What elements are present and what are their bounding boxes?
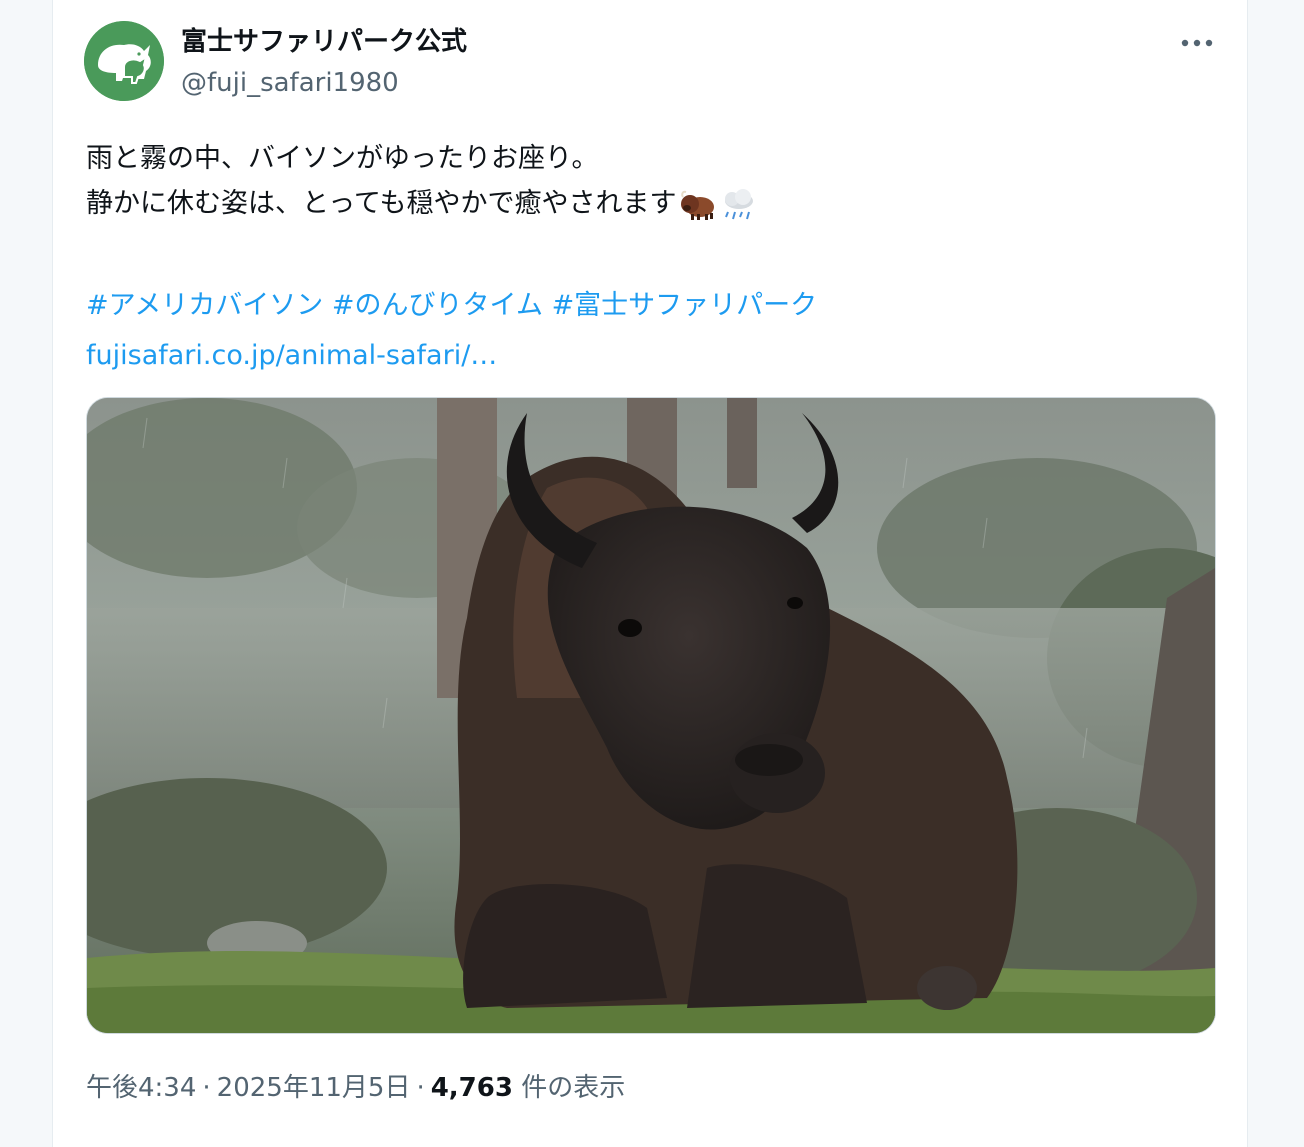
page: 富士サファリパーク公式 @fuji_safari1980 雨と霧の中、バイソンが… — [0, 0, 1304, 1147]
post-date[interactable]: 2025年11月5日 — [217, 1073, 411, 1103]
views-count: 4,763 — [430, 1073, 513, 1103]
post-text: 雨と霧の中、バイソンがゆったりお座り。 静かに休む姿は、とっても穏やかで癒やされ… — [86, 136, 1206, 380]
post-meta: 午後4:34 · 2025年11月5日 · 4,763 件の表示 — [86, 1071, 625, 1105]
meta-separator: · — [202, 1073, 211, 1103]
post-card: 富士サファリパーク公式 @fuji_safari1980 雨と霧の中、バイソンが… — [52, 0, 1248, 1147]
meta-separator: · — [416, 1073, 425, 1103]
bison-photo-image — [87, 398, 1215, 1033]
bison-emoji-icon — [680, 190, 714, 220]
post-link[interactable]: fujisafari.co.jp/animal-safari/… — [86, 332, 1206, 380]
post-photo[interactable] — [86, 397, 1216, 1034]
post-time[interactable]: 午後4:34 — [86, 1073, 196, 1103]
post-text-line-1: 雨と霧の中、バイソンがゆったりお座り。 — [86, 143, 599, 174]
views-label: 件の表示 — [521, 1073, 626, 1103]
hashtag-american-bison[interactable]: #アメリカバイソン — [86, 290, 323, 321]
user-handle[interactable]: @fuji_safari1980 — [181, 67, 399, 99]
hashtag-fuji-safari-park[interactable]: #富士サファリパーク — [552, 290, 818, 321]
hashtags-line: #アメリカバイソン #のんびりタイム #富士サファリパーク — [86, 279, 1206, 332]
post-text-line-2-wrap: 静かに休む姿は、とっても穏やかで癒やされます — [86, 181, 1206, 226]
cloud-with-rain-icon — [724, 188, 753, 219]
display-name[interactable]: 富士サファリパーク公式 — [181, 26, 467, 58]
post-text-line-2: 静かに休む姿は、とっても穏やかで癒やされます — [86, 188, 677, 219]
avatar[interactable] — [84, 21, 164, 101]
rhino-logo-icon — [84, 21, 164, 101]
more-options-button[interactable] — [1171, 22, 1223, 64]
hashtag-relax-time[interactable]: #のんびりタイム — [332, 290, 543, 321]
more-dots-icon — [1181, 39, 1213, 47]
